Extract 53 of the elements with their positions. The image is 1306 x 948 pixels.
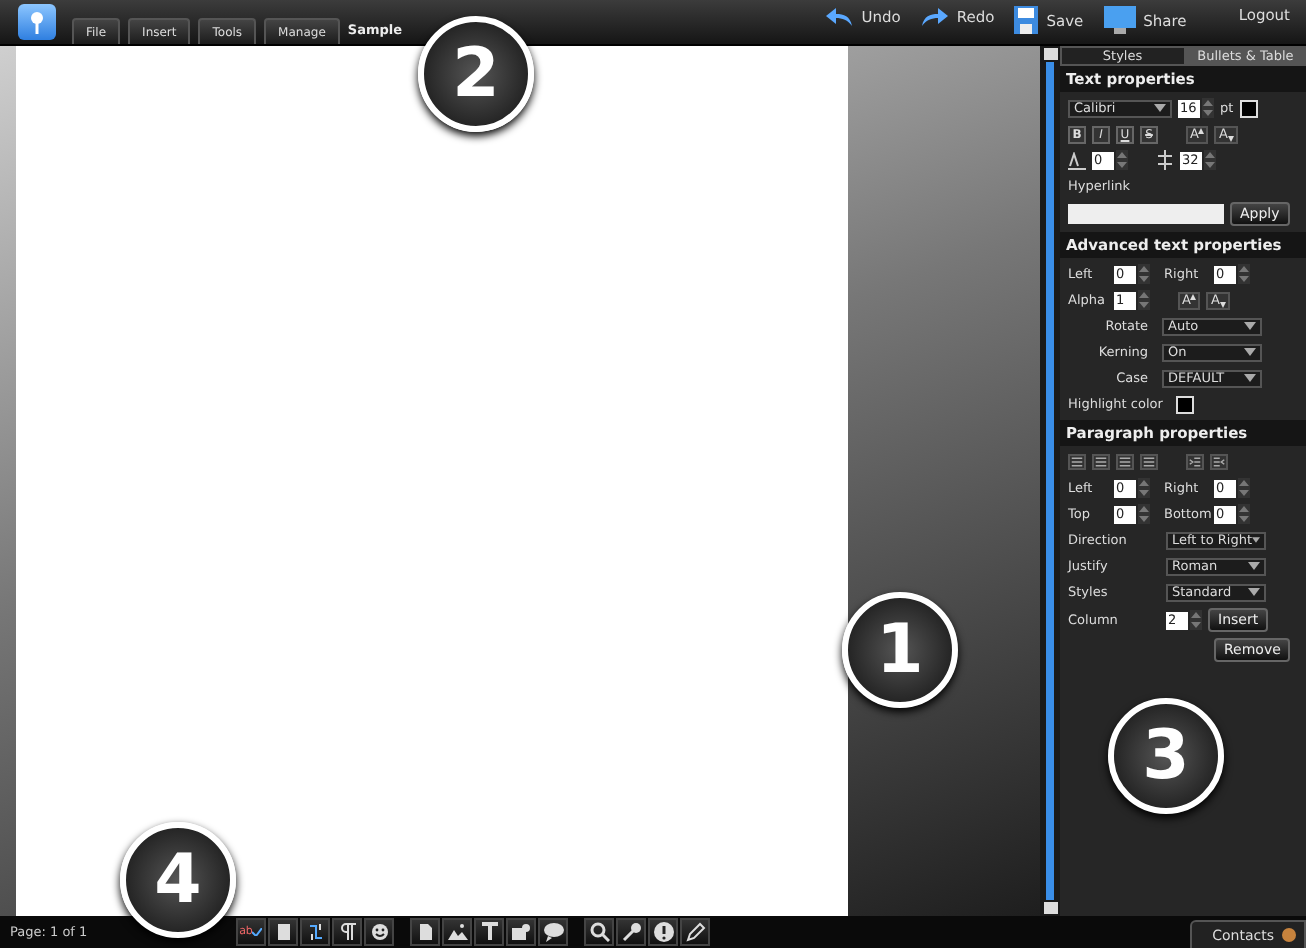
dropdown-caret-icon — [1244, 322, 1256, 330]
pencil-icon[interactable] — [680, 918, 710, 946]
page-icon[interactable] — [268, 918, 298, 946]
document-icon[interactable] — [410, 918, 440, 946]
hyperlink-field[interactable] — [1068, 204, 1224, 224]
scroll-down-icon[interactable] — [1043, 902, 1057, 914]
line-height-icon — [1156, 150, 1174, 170]
align-center-icon[interactable] — [1092, 454, 1110, 470]
up-triangle-icon — [1190, 293, 1197, 299]
spinner-arrows-icon[interactable] — [1138, 290, 1150, 310]
down-triangle-icon — [1227, 135, 1234, 141]
align-right-icon[interactable] — [1116, 454, 1134, 470]
smiley-icon[interactable] — [364, 918, 394, 946]
spinner-arrows-icon[interactable] — [1238, 504, 1250, 524]
scroll-up-icon[interactable] — [1043, 48, 1057, 60]
down-triangle-icon — [1219, 301, 1226, 307]
spinner-arrows-icon[interactable] — [1138, 478, 1150, 498]
highlight-color-swatch[interactable] — [1176, 395, 1195, 413]
spinner-arrows-icon[interactable] — [1116, 150, 1128, 170]
spinner-arrows-icon[interactable] — [1238, 264, 1250, 284]
monitor-icon — [1103, 6, 1136, 34]
undo-arrow-icon — [825, 6, 854, 28]
dropdown-caret-icon — [1252, 536, 1260, 544]
dropdown-caret-icon — [1244, 374, 1256, 382]
check-mark-icon — [252, 928, 263, 936]
spinner-arrows-icon[interactable] — [1138, 264, 1150, 284]
justify-icon[interactable] — [1140, 454, 1158, 470]
dropdown-caret-icon — [1244, 348, 1256, 356]
up-triangle-icon — [1198, 127, 1205, 133]
dropdown-caret-icon — [1248, 562, 1260, 570]
spinner-arrows-icon[interactable] — [1190, 610, 1202, 630]
app-logo-icon[interactable] — [18, 4, 56, 40]
text-icon[interactable] — [474, 918, 504, 946]
indent-icon[interactable] — [1186, 454, 1204, 470]
status-icon — [1282, 928, 1296, 942]
spinner-arrows-icon[interactable] — [1138, 504, 1150, 524]
dropdown-caret-icon — [1154, 104, 1166, 112]
outdent-icon[interactable] — [1210, 454, 1228, 470]
spinner-arrows-icon[interactable] — [1238, 478, 1250, 498]
image-icon[interactable] — [442, 918, 472, 946]
scrollbar[interactable] — [1046, 62, 1054, 900]
dropdown-caret-icon — [1248, 588, 1260, 596]
key-icon[interactable] — [616, 918, 646, 946]
redo-arrow-icon — [920, 6, 949, 28]
font-color-swatch[interactable] — [1239, 99, 1258, 117]
align-left-icon[interactable] — [1068, 454, 1086, 470]
spinner-arrows-icon[interactable] — [1204, 150, 1216, 170]
search-icon[interactable] — [584, 918, 614, 946]
pilcrow-icon[interactable] — [332, 918, 362, 946]
letter-spacing-icon — [1068, 151, 1086, 169]
speech-bubble-icon[interactable] — [538, 918, 568, 946]
spinner-arrows-icon[interactable] — [1202, 98, 1214, 118]
alert-icon[interactable] — [648, 918, 678, 946]
